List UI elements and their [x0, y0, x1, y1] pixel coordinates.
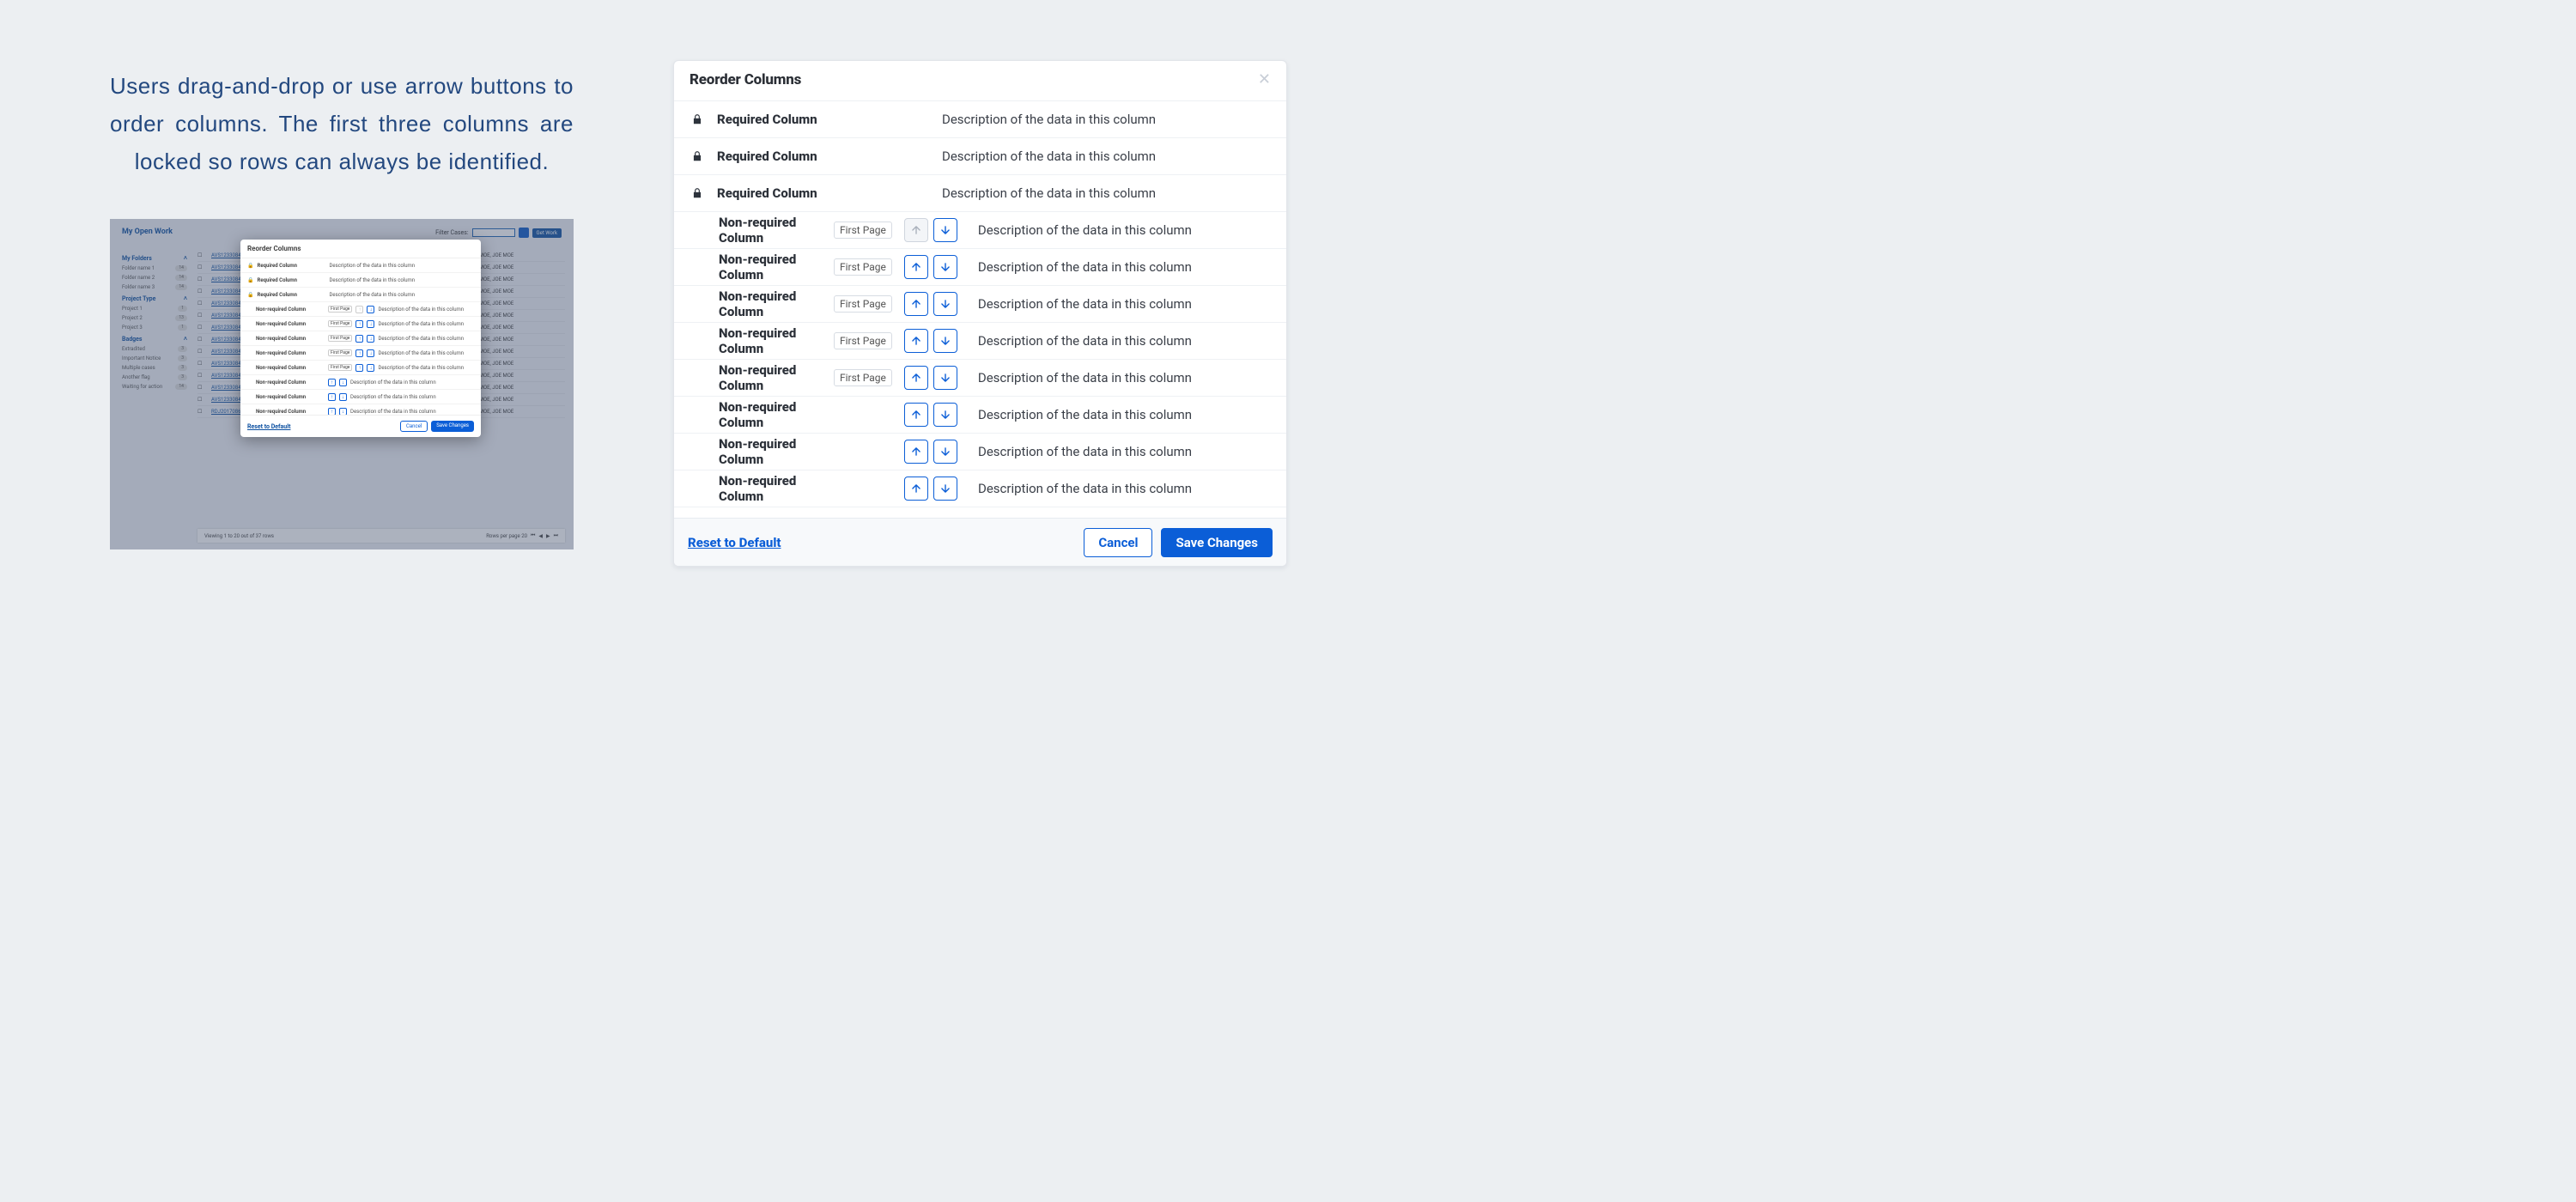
column-name: Required Column	[717, 185, 837, 201]
move-up-button[interactable]	[904, 292, 928, 316]
dialog-title: Reorder Columns	[690, 71, 801, 88]
column-description: Description of the data in this column	[978, 481, 1267, 496]
column-name: Non-required Column	[719, 362, 830, 393]
movable-column-row[interactable]: Non-required Column Description of the d…	[674, 397, 1286, 434]
column-name: Non-required Column	[719, 288, 830, 319]
required-column-row: Required Column Description of the data …	[674, 101, 1286, 138]
column-name: Required Column	[717, 149, 837, 164]
move-down-button[interactable]	[933, 477, 957, 501]
first-page-pill: First Page	[834, 222, 892, 239]
column-description: Description of the data in this column	[978, 222, 1267, 238]
column-name: Required Column	[717, 112, 837, 127]
movable-column-row[interactable]: Non-required Column First Page Descripti…	[674, 286, 1286, 323]
move-down-button[interactable]	[933, 366, 957, 390]
save-changes-button[interactable]: Save Changes	[1161, 528, 1273, 557]
move-up-button[interactable]	[904, 255, 928, 279]
lock-icon	[690, 113, 705, 125]
move-down-button[interactable]	[933, 255, 957, 279]
move-up-button[interactable]	[904, 440, 928, 464]
movable-column-row[interactable]: Non-required Column First Page Descripti…	[674, 360, 1286, 397]
move-down-button[interactable]	[933, 440, 957, 464]
required-column-row: Required Column Description of the data …	[674, 138, 1286, 175]
column-name: Non-required Column	[719, 399, 830, 430]
background-app-mock: My Open Work Filter Cases: Get Work My F…	[110, 219, 574, 549]
move-up-button[interactable]	[904, 477, 928, 501]
move-down-button[interactable]	[933, 329, 957, 353]
column-description: Description of the data in this column	[978, 370, 1267, 385]
column-description: Description of the data in this column	[978, 407, 1267, 422]
first-page-pill: First Page	[834, 258, 892, 276]
movable-column-row[interactable]: Non-required Column Description of the d…	[674, 434, 1286, 470]
reset-to-default-link[interactable]: Reset to Default	[688, 535, 781, 550]
column-description: Description of the data in this column	[978, 444, 1267, 459]
required-column-row: Required Column Description of the data …	[674, 175, 1286, 212]
move-down-button[interactable]	[933, 403, 957, 427]
move-up-button[interactable]	[904, 403, 928, 427]
lock-icon	[690, 150, 705, 162]
caption-text: Users drag-and-drop or use arrow buttons…	[110, 67, 574, 181]
move-down-button[interactable]	[933, 218, 957, 242]
column-description: Description of the data in this column	[942, 149, 1267, 164]
column-description: Description of the data in this column	[978, 333, 1267, 349]
close-icon[interactable]: ✕	[1258, 72, 1271, 88]
movable-column-row[interactable]: Non-required Column First Page Descripti…	[674, 249, 1286, 286]
column-name: Non-required Column	[719, 252, 830, 282]
first-page-pill: First Page	[834, 369, 892, 386]
movable-column-row[interactable]: Non-required Column First Page Descripti…	[674, 323, 1286, 360]
first-page-pill: First Page	[834, 295, 892, 313]
column-description: Description of the data in this column	[942, 112, 1267, 127]
first-page-pill: First Page	[834, 332, 892, 349]
reorder-columns-dialog-thumbnail: Reorder Columns Required ColumnDescripti…	[240, 240, 481, 437]
move-down-button[interactable]	[933, 292, 957, 316]
column-name: Non-required Column	[719, 215, 830, 246]
column-name: Non-required Column	[719, 436, 830, 467]
lock-icon	[690, 187, 705, 199]
reorder-columns-dialog: Reorder Columns ✕ Required Column Descri…	[673, 60, 1287, 567]
move-up-button[interactable]	[904, 366, 928, 390]
move-up-button	[904, 218, 928, 242]
column-description: Description of the data in this column	[978, 296, 1267, 312]
column-name: Non-required Column	[719, 473, 830, 504]
column-description: Description of the data in this column	[942, 185, 1267, 201]
column-name: Non-required Column	[719, 325, 830, 356]
movable-column-row[interactable]: Non-required Column Description of the d…	[674, 470, 1286, 507]
cancel-button[interactable]: Cancel	[1084, 528, 1152, 557]
column-description: Description of the data in this column	[978, 259, 1267, 275]
move-up-button[interactable]	[904, 329, 928, 353]
movable-column-row[interactable]: Non-required Column First Page Descripti…	[674, 212, 1286, 249]
